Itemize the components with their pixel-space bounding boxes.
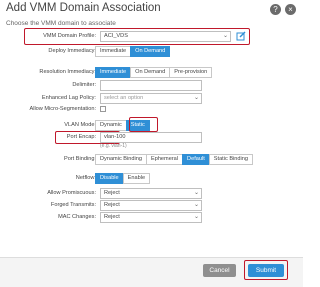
delimiter-input[interactable] <box>100 80 202 91</box>
highlight-box-submit <box>244 260 288 280</box>
deploy-immediacy-immediate-button[interactable]: Immediate <box>95 46 132 57</box>
allow-promiscuous-label: Allow Promiscuous: <box>47 190 96 196</box>
close-icon[interactable]: × <box>285 4 296 15</box>
netflow-disable-button[interactable]: Disable <box>95 173 124 184</box>
chevron-down-icon: ⌄ <box>193 190 199 196</box>
port-encap-input[interactable]: vlan-100 <box>100 132 202 143</box>
port-binding-ephemeral-button[interactable]: Ephemeral <box>145 154 184 165</box>
port-binding-default-button[interactable]: Default <box>182 154 210 165</box>
deploy-immediacy-label: Deploy Immediacy: <box>48 48 96 54</box>
port-encap-hint: (e.g. vlan-1) <box>100 143 127 149</box>
mac-changes-value: Reject <box>104 214 120 220</box>
vmm-domain-profile-select[interactable]: ACI_VDS ⌄ <box>100 31 231 42</box>
highlight-box-vlan-static <box>129 117 158 132</box>
port-binding-toggle: Dynamic Binding Ephemeral Default Static… <box>95 154 253 165</box>
mac-changes-label: MAC Changes: <box>58 214 96 220</box>
cancel-button[interactable]: Cancel <box>203 264 236 277</box>
chevron-down-icon: ⌄ <box>193 202 199 208</box>
vlan-mode-label: VLAN Mode: <box>64 122 96 128</box>
delimiter-label: Delimiter: <box>72 82 96 88</box>
help-icon[interactable]: ? <box>270 4 281 15</box>
resolution-immediacy-label: Resolution Immediacy: <box>39 69 96 75</box>
enhanced-lag-policy-label: Enhanced Lag Policy: <box>41 95 96 101</box>
chevron-down-icon: ⌄ <box>222 33 228 39</box>
resolution-immediacy-toggle: Immediate On Demand Pre-provision <box>95 67 213 78</box>
forged-transmits-select[interactable]: Reject ⌄ <box>100 200 202 211</box>
resolution-immediacy-pre-provision-button[interactable]: Pre-provision <box>169 67 213 78</box>
resolution-immediacy-on-demand-button[interactable]: On Demand <box>130 67 171 78</box>
dialog-subtitle: Choose the VMM domain to associate <box>6 20 116 27</box>
vmm-domain-profile-label: VMM Domain Profile: <box>43 33 96 39</box>
port-binding-dynamic-button[interactable]: Dynamic Binding <box>95 154 147 165</box>
netflow-toggle: Disable Enable <box>95 173 151 184</box>
port-binding-label: Port Binding: <box>63 156 96 162</box>
forged-transmits-label: Forged Transmits: <box>50 202 96 208</box>
netflow-label: Netflow: <box>75 175 96 181</box>
edit-icon[interactable] <box>236 31 246 41</box>
allow-promiscuous-select[interactable]: Reject ⌄ <box>100 188 202 199</box>
chevron-down-icon: ⌄ <box>193 214 199 220</box>
enhanced-lag-policy-select[interactable]: select an option ⌄ <box>100 93 202 104</box>
enhanced-lag-policy-placeholder: select an option <box>104 95 144 101</box>
allow-micro-segmentation-label: Allow Micro-Segmentation: <box>29 106 96 112</box>
deploy-immediacy-toggle: Immediate On Demand <box>95 46 171 57</box>
netflow-enable-button[interactable]: Enable <box>122 173 151 184</box>
chevron-down-icon: ⌄ <box>193 95 199 101</box>
dialog-header: Add VMM Domain Association ? × <box>0 0 303 19</box>
dialog-title: Add VMM Domain Association <box>6 2 161 14</box>
resolution-immediacy-immediate-button[interactable]: Immediate <box>95 67 132 78</box>
vmm-domain-profile-value: ACI_VDS <box>104 33 128 39</box>
port-encap-label: Port Encap: <box>66 134 96 140</box>
allow-micro-segmentation-checkbox[interactable] <box>100 106 106 112</box>
allow-promiscuous-value: Reject <box>104 190 120 196</box>
mac-changes-select[interactable]: Reject ⌄ <box>100 212 202 223</box>
vlan-mode-dynamic-button[interactable]: Dynamic <box>95 120 127 131</box>
port-binding-static-button[interactable]: Static Binding <box>208 154 253 165</box>
deploy-immediacy-on-demand-button[interactable]: On Demand <box>130 46 171 57</box>
forged-transmits-value: Reject <box>104 202 120 208</box>
